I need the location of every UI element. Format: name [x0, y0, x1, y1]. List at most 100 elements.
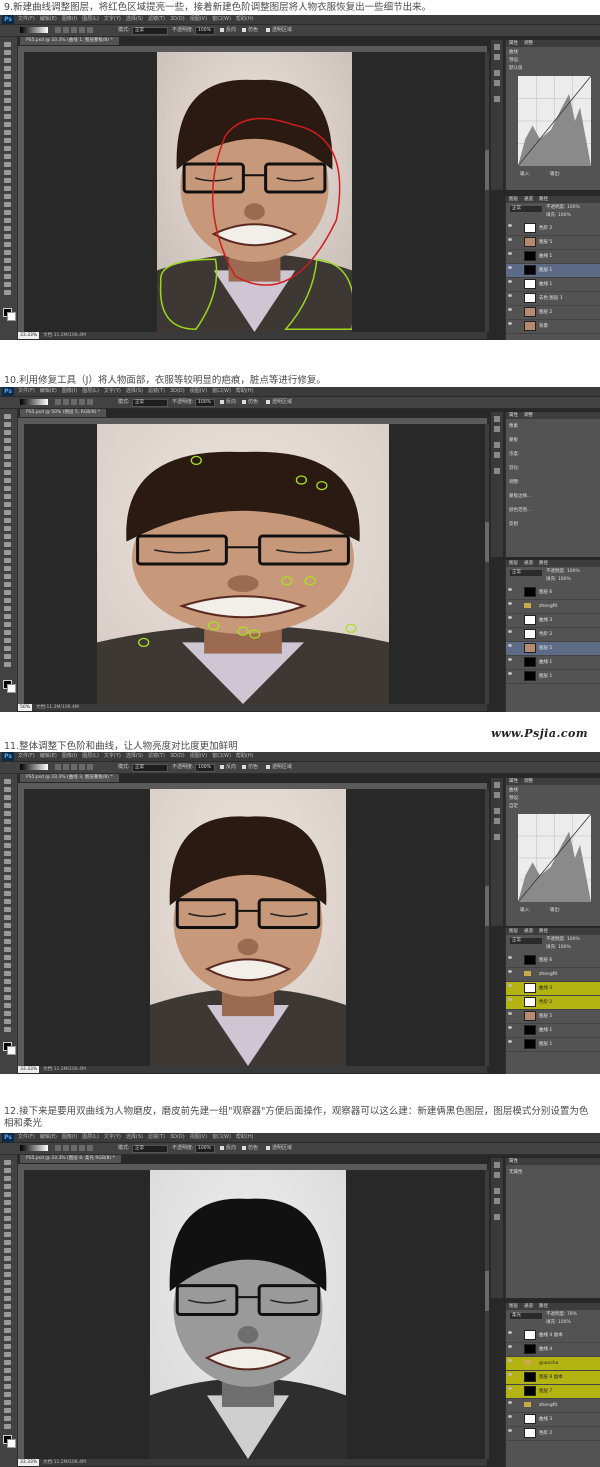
dock-icon[interactable]	[494, 1172, 500, 1178]
eye-icon[interactable]	[508, 630, 512, 633]
layer-row[interactable]: 图层 5	[506, 1010, 600, 1024]
mode-select[interactable]: 正常	[132, 399, 168, 407]
tool-icon[interactable]	[4, 994, 12, 1001]
tool-icon[interactable]	[4, 233, 12, 240]
layer-fill[interactable]: 填充: 100%	[546, 1320, 571, 1326]
dock-icon[interactable]	[494, 782, 500, 788]
layer-row[interactable]: 图层 1	[506, 1038, 600, 1052]
tool-icon[interactable]	[4, 589, 12, 596]
tool-icon[interactable]	[4, 549, 12, 556]
tool-icon[interactable]	[4, 802, 12, 809]
tool-icon[interactable]	[4, 645, 12, 652]
photo-canvas[interactable]	[157, 52, 352, 332]
tool-icon[interactable]	[4, 1239, 12, 1246]
layer-row[interactable]: 曲线 1	[506, 250, 600, 264]
vertical-scrollbar[interactable]	[485, 52, 489, 332]
menu-item[interactable]: 文字(Y)	[104, 753, 121, 759]
document-tab[interactable]: PS5.psd @ 33.3% (曲线 1, 图层蒙板/8) *	[20, 37, 119, 45]
eye-icon[interactable]	[508, 588, 512, 591]
tool-icon[interactable]	[4, 121, 12, 128]
panel-tab[interactable]: 路径	[536, 561, 551, 566]
tool-icon[interactable]	[4, 1415, 12, 1422]
eye-icon[interactable]	[508, 998, 512, 1001]
menu-item[interactable]: 选择(S)	[126, 16, 143, 22]
eye-icon[interactable]	[508, 224, 512, 227]
zoom-level[interactable]: 33.33%	[18, 332, 40, 339]
dock-icon[interactable]	[494, 792, 500, 798]
tool-icon[interactable]	[4, 565, 12, 572]
tool-icon[interactable]	[4, 1351, 12, 1358]
tool-icon[interactable]	[4, 1247, 12, 1254]
tool-icon[interactable]	[4, 1191, 12, 1198]
layer-row[interactable]: zhengfit	[506, 968, 600, 982]
tool-icon[interactable]	[4, 866, 12, 873]
layer-opacity[interactable]: 不透明度: 100%	[546, 205, 580, 211]
gradient-type-icon[interactable]	[79, 764, 85, 770]
tool-icon[interactable]	[4, 954, 12, 961]
menu-item[interactable]: 图层(L)	[82, 16, 99, 22]
vertical-scrollbar[interactable]	[485, 1170, 489, 1459]
tool-icon[interactable]	[4, 573, 12, 580]
panel-tab[interactable]: 路径	[536, 197, 551, 202]
dock-icon[interactable]	[494, 416, 500, 422]
gradient-type-icon[interactable]	[63, 764, 69, 770]
photo-canvas[interactable]	[97, 424, 389, 704]
layer-row[interactable]: 色阶 2	[506, 628, 600, 642]
layer-row[interactable]: zhengfit	[506, 1399, 600, 1413]
eye-icon[interactable]	[508, 1359, 512, 1362]
tool-icon[interactable]	[4, 1175, 12, 1182]
tool-icon[interactable]	[4, 938, 12, 945]
tool-icon[interactable]	[4, 1183, 12, 1190]
dock-icon[interactable]	[494, 1162, 500, 1168]
tool-icon[interactable]	[4, 1002, 12, 1009]
tool-icon[interactable]	[4, 1359, 12, 1366]
menu-item[interactable]: 文件(F)	[18, 388, 35, 394]
menu-item[interactable]: 视图(V)	[190, 16, 207, 22]
dock-icon[interactable]	[494, 442, 500, 448]
menu-item[interactable]: 选择(S)	[126, 753, 143, 759]
tool-icon[interactable]	[4, 874, 12, 881]
gradient-type-icon[interactable]	[71, 399, 77, 405]
dock-icon[interactable]	[494, 1188, 500, 1194]
tool-icon[interactable]	[4, 445, 12, 452]
tool-icon[interactable]	[4, 281, 12, 288]
tool-icon[interactable]	[4, 794, 12, 801]
tool-icon[interactable]	[4, 858, 12, 865]
tool-icon[interactable]	[4, 201, 12, 208]
eye-icon[interactable]	[508, 322, 512, 325]
tool-icon[interactable]	[4, 850, 12, 857]
menu-item[interactable]: 文件(F)	[18, 753, 35, 759]
eye-icon[interactable]	[508, 1401, 512, 1404]
tool-icon[interactable]	[4, 209, 12, 216]
menu-item[interactable]: 窗口(W)	[212, 1134, 231, 1140]
vertical-scrollbar[interactable]	[485, 789, 489, 1066]
eye-icon[interactable]	[508, 970, 512, 973]
tool-icon[interactable]	[4, 1295, 12, 1302]
eye-icon[interactable]	[508, 672, 512, 675]
tool-icon[interactable]	[4, 437, 12, 444]
layer-row[interactable]: 曲线 3	[506, 982, 600, 996]
panel-tab[interactable]: 通道	[521, 1304, 536, 1309]
tool-icon[interactable]	[4, 629, 12, 636]
gradient-type-icon[interactable]	[87, 27, 93, 33]
eye-icon[interactable]	[508, 1429, 512, 1432]
background-color-swatch[interactable]	[7, 1439, 16, 1448]
menu-item[interactable]: 编辑(E)	[40, 388, 57, 394]
dock-icon[interactable]	[494, 818, 500, 824]
layer-row[interactable]: 色阶 2	[506, 996, 600, 1010]
dock-icon[interactable]	[494, 834, 500, 840]
document-tab[interactable]: PS5.psd @ 33.3% (曲线 3, 图层蒙板/8) *	[20, 774, 119, 782]
tool-icon[interactable]	[4, 621, 12, 628]
tool-icon[interactable]	[4, 906, 12, 913]
blend-mode-select[interactable]: 柔光	[509, 1312, 543, 1320]
menu-item[interactable]: 图像(I)	[62, 16, 77, 22]
gradient-type-icon[interactable]	[55, 399, 61, 405]
gradient-type-icon[interactable]	[63, 27, 69, 33]
background-color-swatch[interactable]	[7, 684, 16, 693]
gradient-type-icon[interactable]	[79, 1145, 85, 1151]
tool-icon[interactable]	[4, 898, 12, 905]
tool-icon[interactable]	[4, 429, 12, 436]
tool-icon[interactable]	[4, 501, 12, 508]
menu-item[interactable]: 文件(F)	[18, 1134, 35, 1140]
tool-icon[interactable]	[4, 978, 12, 985]
